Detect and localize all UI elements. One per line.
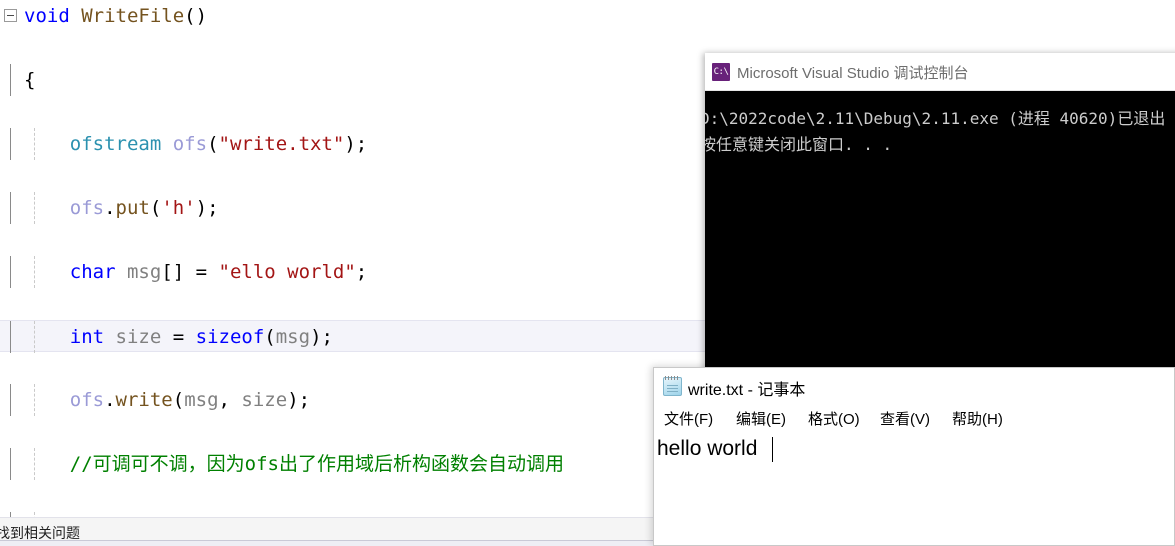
fold-region-line (10, 128, 11, 160)
fold-region-line (10, 448, 11, 480)
code-line-text: { (24, 69, 36, 91)
fold-region-line (10, 321, 11, 353)
notepad-menu-bar[interactable]: 文件(F) 编辑(E) 格式(O) 查看(V) 帮助(H) (654, 404, 1174, 434)
code-line-text: ofs.put('h'); (69, 197, 219, 219)
notepad-title-bar[interactable]: write.txt - 记事本 (654, 368, 1174, 404)
notepad-icon (663, 376, 682, 396)
console-title-bar[interactable]: C:\ Microsoft Visual Studio 调试控制台 (705, 53, 1175, 91)
notepad-menu-item[interactable]: 文件(F) (664, 408, 713, 429)
indent-guide (34, 128, 35, 160)
fold-region-line (10, 192, 11, 224)
code-line[interactable]: void WriteFile() (0, 0, 1175, 32)
notepad-window[interactable]: write.txt - 记事本 文件(F) 编辑(E) 格式(O) 查看(V) 帮助(H… (653, 367, 1175, 546)
code-line-text: //可调可不调，因为ofs出了作用域后析构函数会自动调用 (69, 453, 564, 475)
text-caret (772, 437, 773, 462)
notepad-menu-item[interactable]: 查看(V) (880, 408, 930, 429)
console-output-area[interactable]: D:\2022code\2.11\Debug\2.11.exe (进程 4062… (705, 91, 1175, 378)
notepad-content: hello world (657, 437, 758, 460)
notepad-title-text: write.txt - 记事本 (688, 382, 806, 399)
notepad-menu-item[interactable]: 编辑(E) (736, 408, 786, 429)
code-line-text: void WriteFile() (24, 5, 208, 27)
console-title-text: Microsoft Visual Studio 调试控制台 (737, 65, 969, 82)
notepad-menu-item[interactable]: 帮助(H) (952, 408, 1003, 429)
fold-region-line (10, 256, 11, 288)
fold-region-line (10, 64, 11, 96)
indent-guide (34, 192, 35, 224)
console-app-icon: C:\ (712, 63, 730, 81)
console-output-line: D:\2022code\2.11\Debug\2.11.exe (进程 4062… (705, 109, 1166, 128)
fold-region-line (10, 384, 11, 416)
indent-guide (34, 321, 35, 353)
fold-collapse-icon[interactable] (4, 9, 17, 22)
code-line-text: ofs.write(msg, size); (69, 389, 311, 411)
indent-guide (34, 384, 35, 416)
code-line-text: ofstream ofs("write.txt"); (69, 133, 368, 155)
indent-guide (34, 448, 35, 480)
notepad-menu-item[interactable]: 格式(O) (808, 408, 860, 429)
notepad-text-area[interactable]: hello world (655, 434, 1173, 545)
console-output-line: 按任意键关闭此窗口. . . (705, 135, 893, 154)
debug-console-window[interactable]: C:\ Microsoft Visual Studio 调试控制台 D:\202… (705, 53, 1175, 378)
screen: void WriteFile() { ofstream ofs("write.tx… (0, 0, 1175, 546)
code-line-text: char msg[] = "ello world"; (69, 261, 368, 283)
code-line-text: int size = sizeof(msg); (69, 326, 333, 348)
indent-guide (34, 256, 35, 288)
